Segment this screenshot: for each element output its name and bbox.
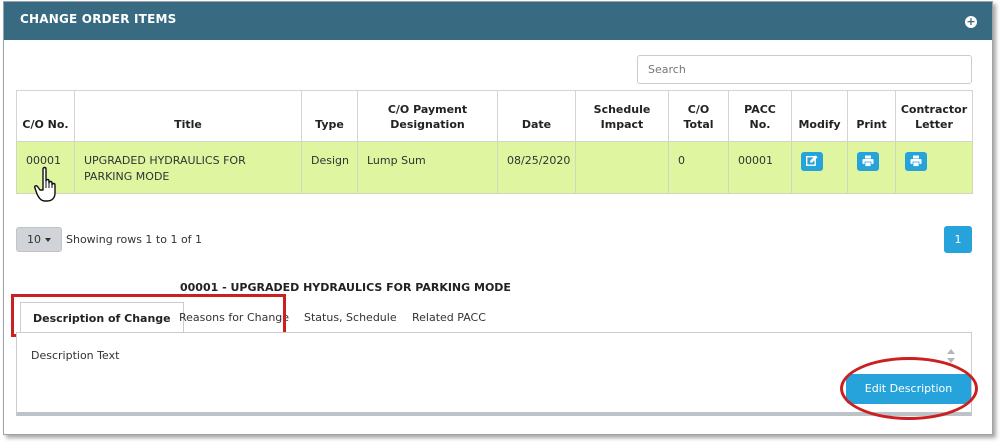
description-text: Description Text (31, 349, 120, 362)
table-row[interactable]: 00001 UPGRADED HYDRAULICS FOR PARKING MO… (16, 141, 973, 194)
panel-header: CHANGE ORDER ITEMS + (4, 2, 992, 40)
cell-modify (791, 141, 848, 194)
cell-contractor-letter (895, 141, 973, 194)
edit-icon (806, 155, 818, 166)
search-input[interactable] (637, 55, 972, 84)
page-size-value: 10 (27, 233, 41, 246)
tab-status-schedule[interactable]: Status, Schedule (292, 302, 409, 333)
cell-type[interactable]: Design (301, 141, 358, 194)
col-header-date[interactable]: Date (497, 90, 576, 142)
col-header-title[interactable]: Title (74, 90, 302, 142)
print-icon (910, 155, 922, 167)
pagination-summary: Showing rows 1 to 1 of 1 (66, 233, 203, 246)
col-header-co-no[interactable]: C/O No. (16, 90, 75, 142)
page-button-1[interactable]: 1 (944, 226, 972, 253)
detail-title: 00001 - UPGRADED HYDRAULICS FOR PARKING … (180, 281, 511, 294)
print-button[interactable] (857, 152, 879, 171)
page-size-dropdown[interactable]: 10 (16, 227, 62, 252)
col-header-type[interactable]: Type (301, 90, 358, 142)
cell-schedule[interactable] (575, 141, 669, 194)
cell-total[interactable]: 0 (668, 141, 729, 194)
col-header-schedule[interactable]: Schedule Impact (575, 90, 669, 142)
tabs-highlight-annotation (11, 294, 286, 337)
cell-pacc[interactable]: 00001 (728, 141, 792, 194)
cell-print (847, 141, 896, 194)
contractor-letter-button[interactable] (905, 152, 927, 171)
hand-pointer-icon (34, 166, 56, 202)
plus-circle-icon[interactable]: + (965, 16, 977, 28)
print-icon (862, 155, 874, 167)
cell-title[interactable]: UPGRADED HYDRAULICS FOR PARKING MODE (74, 141, 302, 194)
table-header-row: C/O No. Title Type C/O Payment Designati… (16, 90, 973, 142)
tab-related-pacc[interactable]: Related PACC (400, 302, 498, 333)
col-header-modify: Modify (791, 90, 848, 142)
cell-date[interactable]: 08/25/2020 (497, 141, 576, 194)
caret-down-icon (45, 238, 51, 242)
col-header-payment[interactable]: C/O Payment Designation (357, 90, 498, 142)
change-order-table: C/O No. Title Type C/O Payment Designati… (16, 90, 973, 194)
col-header-contractor-letter: Contractor Letter (895, 90, 973, 142)
modify-button[interactable] (801, 152, 823, 171)
col-header-print: Print (847, 90, 896, 142)
cell-payment[interactable]: Lump Sum (357, 141, 498, 194)
panel-title: CHANGE ORDER ITEMS (20, 12, 177, 26)
edit-button-highlight-annotation (840, 357, 978, 420)
col-header-total[interactable]: C/O Total (668, 90, 729, 142)
col-header-pacc[interactable]: PACC No. (728, 90, 792, 142)
description-panel: Description Text Edit Description (16, 332, 972, 416)
